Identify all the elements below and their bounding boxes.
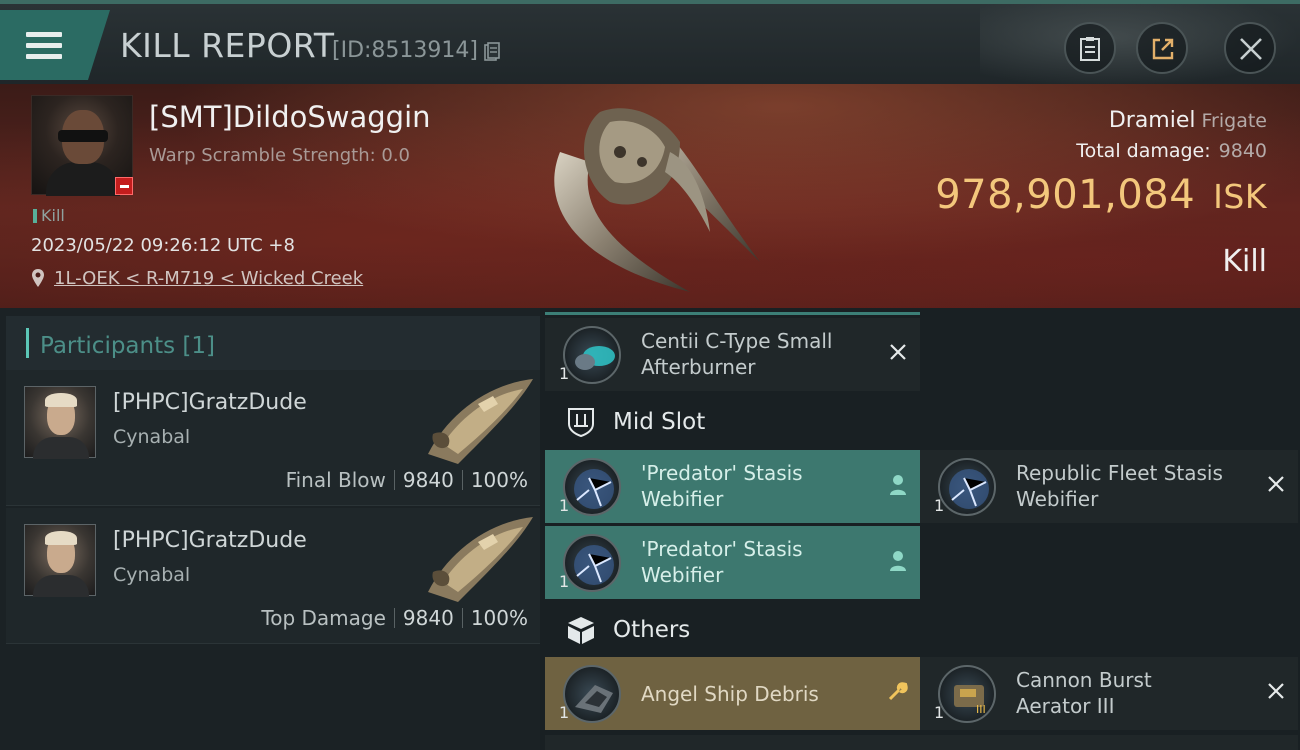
isk-value: 978,901,084 ISK (935, 172, 1267, 218)
others-header: Others (545, 604, 920, 656)
location-pin-icon (32, 269, 44, 287)
stasis-webifier-icon (563, 458, 621, 516)
x-icon (1268, 476, 1284, 492)
shield-icon (568, 408, 594, 438)
x-icon (1268, 683, 1284, 699)
afterburner-icon (563, 326, 621, 384)
victim-ship-image (554, 108, 760, 292)
participant-ship: Cynabal (113, 426, 191, 448)
mid-slot-label: Mid Slot (613, 409, 706, 435)
item-name: Centii C-Type Small Afterburner (641, 329, 833, 379)
close-button[interactable] (1224, 22, 1276, 74)
hostile-badge (115, 177, 133, 195)
ship-class: Frigate (1201, 110, 1267, 132)
participant-role: Top Damage (261, 606, 386, 630)
isk-amount: 978,901,084 (935, 172, 1196, 218)
participant-ship-image[interactable] (418, 512, 538, 608)
share-button[interactable] (1136, 22, 1188, 74)
participants-header: Participants [1] (6, 316, 540, 370)
ship-debris-icon (563, 665, 621, 723)
fitting-item-webifier[interactable]: 1 Republic Fleet Stasis Webifier (920, 450, 1298, 523)
clipboard-icon (1080, 37, 1100, 61)
participant-damage: 9840 (402, 468, 454, 492)
share-icon (1152, 38, 1174, 60)
fittings-top-divider (545, 312, 920, 315)
item-name: 'Predator' Stasis Webifier (641, 537, 803, 587)
ship-type[interactable]: Dramiel Frigate (1109, 108, 1267, 133)
fitting-item-partial (545, 735, 920, 750)
item-quantity: 1 (559, 496, 570, 515)
item-quantity: 1 (559, 364, 570, 383)
participant-avatar[interactable] (24, 524, 96, 597)
item-name: 'Predator' Stasis Webifier (641, 461, 803, 511)
kill-tag: Kill (33, 206, 65, 225)
fitting-item-debris[interactable]: 1 Angel Ship Debris (545, 657, 920, 730)
kill-timestamp: 2023/05/22 09:26:12 UTC +8 (31, 235, 295, 256)
participant-percent: 100% (470, 606, 528, 630)
participant-role: Final Blow (285, 468, 386, 492)
total-damage-label: Total damage: (1076, 140, 1211, 162)
participant-stats: Final Blow 9840 100% (286, 468, 528, 492)
total-damage: Total damage: 9840 (1076, 140, 1267, 162)
participants-panel: Participants [1] [PHPC]GratzDude Cynabal… (0, 308, 540, 750)
warp-scramble-strength: Warp Scramble Strength: 0.0 (149, 145, 411, 166)
victim-name[interactable]: [SMT]DildoSwaggin (149, 100, 431, 134)
fitting-item-webifier[interactable]: 1 'Predator' Stasis Webifier (545, 526, 920, 599)
copy-icon[interactable] (484, 42, 500, 62)
participant-stats: Top Damage 9840 100% (261, 606, 528, 630)
participant-ship-image[interactable] (418, 374, 538, 470)
item-quantity: 1 (934, 496, 945, 515)
stasis-webifier-icon (563, 534, 621, 592)
wrench-icon (888, 682, 908, 701)
participant-percent: 100% (470, 468, 528, 492)
fitting-item-aerator[interactable]: III 1 Cannon Burst Aerator III (920, 657, 1298, 730)
kill-banner: [SMT]DildoSwaggin Warp Scramble Strength… (0, 84, 1300, 308)
participant-damage: 9840 (402, 606, 454, 630)
header-bar: KILL REPORT [ID:8513914] (0, 0, 1300, 88)
item-name: Angel Ship Debris (641, 682, 819, 706)
person-icon (890, 551, 906, 571)
item-name: Republic Fleet Stasis Webifier (1016, 461, 1223, 511)
kill-id: [ID:8513914] (332, 38, 478, 63)
menu-icon (26, 32, 62, 62)
participant-ship: Cynabal (113, 564, 191, 586)
isk-unit: ISK (1213, 177, 1267, 216)
participant-row[interactable]: [PHPC]GratzDude Cynabal Top Damage 9840 10… (6, 508, 540, 644)
item-quantity: 1 (559, 572, 570, 591)
page-title: KILL REPORT (120, 26, 335, 65)
fitting-item-webifier[interactable]: 1 'Predator' Stasis Webifier (545, 450, 920, 523)
result-label: Kill (1222, 244, 1267, 279)
item-quantity: 1 (559, 703, 570, 722)
cannon-burst-aerator-icon: III (938, 665, 996, 723)
fitting-item-partial (920, 735, 1298, 750)
total-damage-value: 9840 (1218, 140, 1267, 162)
participants-title: Participants [1] (40, 333, 215, 359)
others-label: Others (613, 617, 691, 643)
participant-name[interactable]: [PHPC]GratzDude (113, 390, 307, 415)
menu-button[interactable] (0, 10, 110, 80)
svg-text:III: III (976, 703, 986, 716)
box-icon (568, 617, 594, 644)
close-icon (1240, 38, 1262, 60)
item-name: Cannon Burst Aerator III (1016, 668, 1152, 718)
x-icon (890, 344, 906, 360)
person-icon (890, 475, 906, 495)
participant-avatar[interactable] (24, 386, 96, 459)
stasis-webifier-icon (938, 458, 996, 516)
item-quantity: 1 (934, 703, 945, 722)
participant-name[interactable]: [PHPC]GratzDude (113, 528, 307, 553)
participant-row[interactable]: [PHPC]GratzDude Cynabal Final Blow 9840 10… (6, 370, 540, 506)
mid-slot-header: Mid Slot (545, 396, 920, 448)
location-link[interactable]: 1L-OEK < R-M719 < Wicked Creek (54, 268, 363, 289)
clipboard-button[interactable] (1064, 22, 1116, 74)
fitting-item-afterburner[interactable]: 1 Centii C-Type Small Afterburner (545, 318, 920, 391)
ship-name: Dramiel (1108, 108, 1196, 133)
